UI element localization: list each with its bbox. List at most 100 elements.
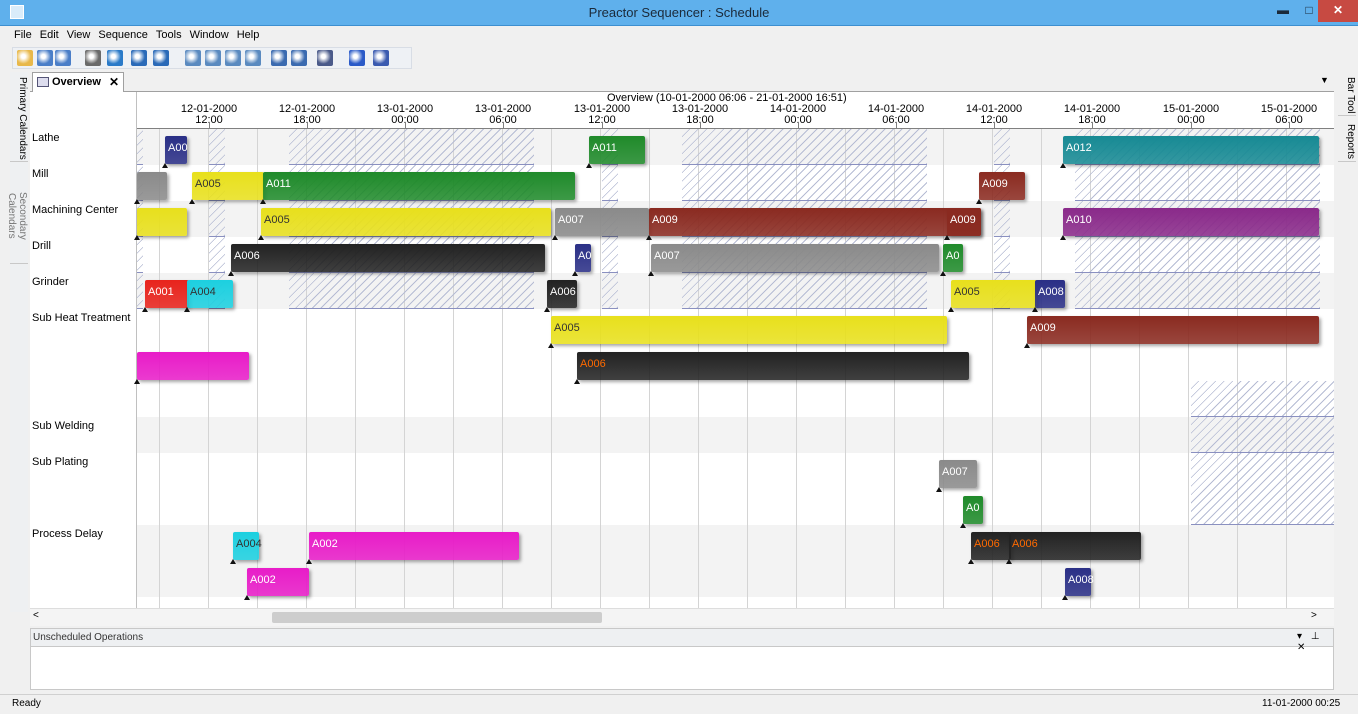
operation-label: A002	[312, 538, 338, 550]
panel-dropdown-icon[interactable]: ▾	[1297, 631, 1302, 642]
maximize-button[interactable]: □	[1298, 0, 1320, 22]
check-icon[interactable]	[107, 50, 123, 66]
tab-overview[interactable]: Overview ✕	[32, 72, 124, 92]
operation-bar[interactable]: A007	[936, 460, 977, 492]
non-working-period	[602, 237, 618, 273]
operation-bar[interactable]: A0	[940, 244, 963, 276]
tab-close-icon[interactable]: ✕	[109, 75, 119, 89]
operation-start-marker	[258, 235, 264, 240]
scroll-thumb[interactable]	[272, 612, 602, 623]
resource-label[interactable]: Lathe	[32, 132, 60, 144]
resource-label[interactable]: Sub Welding	[32, 420, 94, 432]
operation-bar[interactable]: A006	[1006, 532, 1141, 564]
menu-window[interactable]: Window	[186, 26, 233, 41]
operation-label: A0	[966, 502, 980, 514]
operation-label: A008	[1038, 286, 1064, 298]
operation-bar[interactable]: A0	[572, 244, 591, 276]
non-working-period	[209, 237, 225, 273]
operation-bar[interactable]: A009	[1024, 316, 1319, 348]
find-icon[interactable]	[317, 50, 333, 66]
operation-bar[interactable]: A008	[1062, 568, 1094, 600]
operation-start-marker	[544, 307, 550, 312]
menu-view[interactable]: View	[63, 26, 95, 41]
tab-primary-calendars[interactable]: Primary Calendars	[10, 72, 28, 162]
grid-icon[interactable]	[205, 50, 221, 66]
operation-bar[interactable]: A005	[258, 208, 551, 240]
operation-bar[interactable]: A010	[1060, 208, 1319, 240]
horizontal-scrollbar[interactable]: < >	[30, 608, 1334, 626]
export-icon[interactable]	[271, 50, 287, 66]
operation-bar[interactable]: A002	[244, 568, 309, 600]
non-working-period	[137, 273, 143, 309]
operation-bar[interactable]: A005	[189, 172, 264, 204]
axis-tick	[700, 122, 701, 128]
resource-label[interactable]: Grinder	[32, 276, 69, 288]
menu-sequence[interactable]: Sequence	[94, 26, 152, 41]
scroll-right-arrow-icon[interactable]: >	[1311, 610, 1317, 621]
timeline-area[interactable]: Overview (10-01-2000 06:06 - 21-01-2000 …	[134, 92, 1334, 608]
operation-bar[interactable]: A006	[968, 532, 1011, 564]
operation-bar[interactable]: A002	[306, 532, 519, 564]
operation-bar[interactable]: A011	[586, 136, 645, 168]
operation-bar[interactable]: A004	[230, 532, 262, 564]
tab-bar-tool[interactable]: Bar Tool	[1338, 72, 1356, 116]
unscheduled-operations-panel: Unscheduled Operations ▾ ⊥ ✕	[30, 628, 1334, 690]
operation-bar[interactable]: A008	[1032, 280, 1065, 312]
tab-reports[interactable]: Reports	[1338, 118, 1356, 162]
operation-bar[interactable]: A011	[260, 172, 575, 204]
operation-start-marker	[142, 307, 148, 312]
tab-secondary-calendars[interactable]: Secondary Calendars	[6, 164, 28, 264]
operation-bar[interactable]: A001	[142, 280, 189, 312]
operation-bar[interactable]: A00	[162, 136, 188, 168]
axis-tick	[1289, 122, 1290, 128]
operation-bar[interactable]: A005	[948, 280, 1037, 312]
document-icon[interactable]	[373, 50, 389, 66]
close-button[interactable]: ✕	[1318, 0, 1358, 22]
import-icon[interactable]	[291, 50, 307, 66]
menu-tools[interactable]: Tools	[152, 26, 186, 41]
operation-bar[interactable]	[134, 172, 167, 204]
panel-close-icon[interactable]: ✕	[1297, 642, 1305, 653]
operation-bar[interactable]: A009	[976, 172, 1025, 204]
operation-bar[interactable]: A004	[184, 280, 233, 312]
menu-help[interactable]: Help	[233, 26, 264, 41]
save-icon[interactable]	[37, 50, 53, 66]
operation-bar[interactable]: A007	[552, 208, 649, 240]
operation-bar[interactable]: A009	[944, 208, 981, 240]
panel-pin-icon[interactable]: ⊥	[1311, 631, 1320, 642]
resource-label[interactable]: Drill	[32, 240, 51, 252]
operation-bar[interactable]: A006	[574, 352, 969, 384]
operation-bar[interactable]	[134, 208, 187, 240]
operation-start-marker	[944, 235, 950, 240]
resource-label[interactable]: Sub Heat Treatment	[32, 312, 130, 324]
menu-edit[interactable]: Edit	[36, 26, 63, 41]
operation-bar[interactable]: A006	[544, 280, 577, 312]
open-icon[interactable]	[17, 50, 33, 66]
operation-bar[interactable]: A0	[960, 496, 983, 528]
resource-label[interactable]: Sub Plating	[32, 456, 88, 468]
help-icon[interactable]	[349, 50, 365, 66]
redo-icon[interactable]	[153, 50, 169, 66]
operation-bar[interactable]: A006	[228, 244, 545, 276]
view-icon[interactable]	[185, 50, 201, 66]
tab-overview-label: Overview	[52, 76, 101, 88]
save-all-icon[interactable]	[55, 50, 71, 66]
resource-label[interactable]: Machining Center	[32, 204, 118, 216]
operation-bar[interactable]: A012	[1060, 136, 1319, 168]
operation-start-marker	[968, 559, 974, 564]
operation-bar[interactable]	[134, 352, 249, 384]
minimize-button[interactable]: ▬	[1272, 0, 1294, 22]
scroll-left-arrow-icon[interactable]: <	[33, 610, 39, 621]
resource-label[interactable]: Mill	[32, 168, 49, 180]
operation-bar[interactable]: A009	[646, 208, 981, 240]
chart-icon[interactable]	[225, 50, 241, 66]
operation-start-marker	[1006, 559, 1012, 564]
menu-file[interactable]: File	[10, 26, 36, 41]
operation-bar[interactable]: A005	[548, 316, 947, 348]
print-icon[interactable]	[85, 50, 101, 66]
resource-label[interactable]: Process Delay	[32, 528, 103, 540]
undo-icon[interactable]	[131, 50, 147, 66]
table-icon[interactable]	[245, 50, 261, 66]
tab-list-dropdown-icon[interactable]: ▼	[1320, 75, 1329, 85]
operation-bar[interactable]: A007	[648, 244, 939, 276]
